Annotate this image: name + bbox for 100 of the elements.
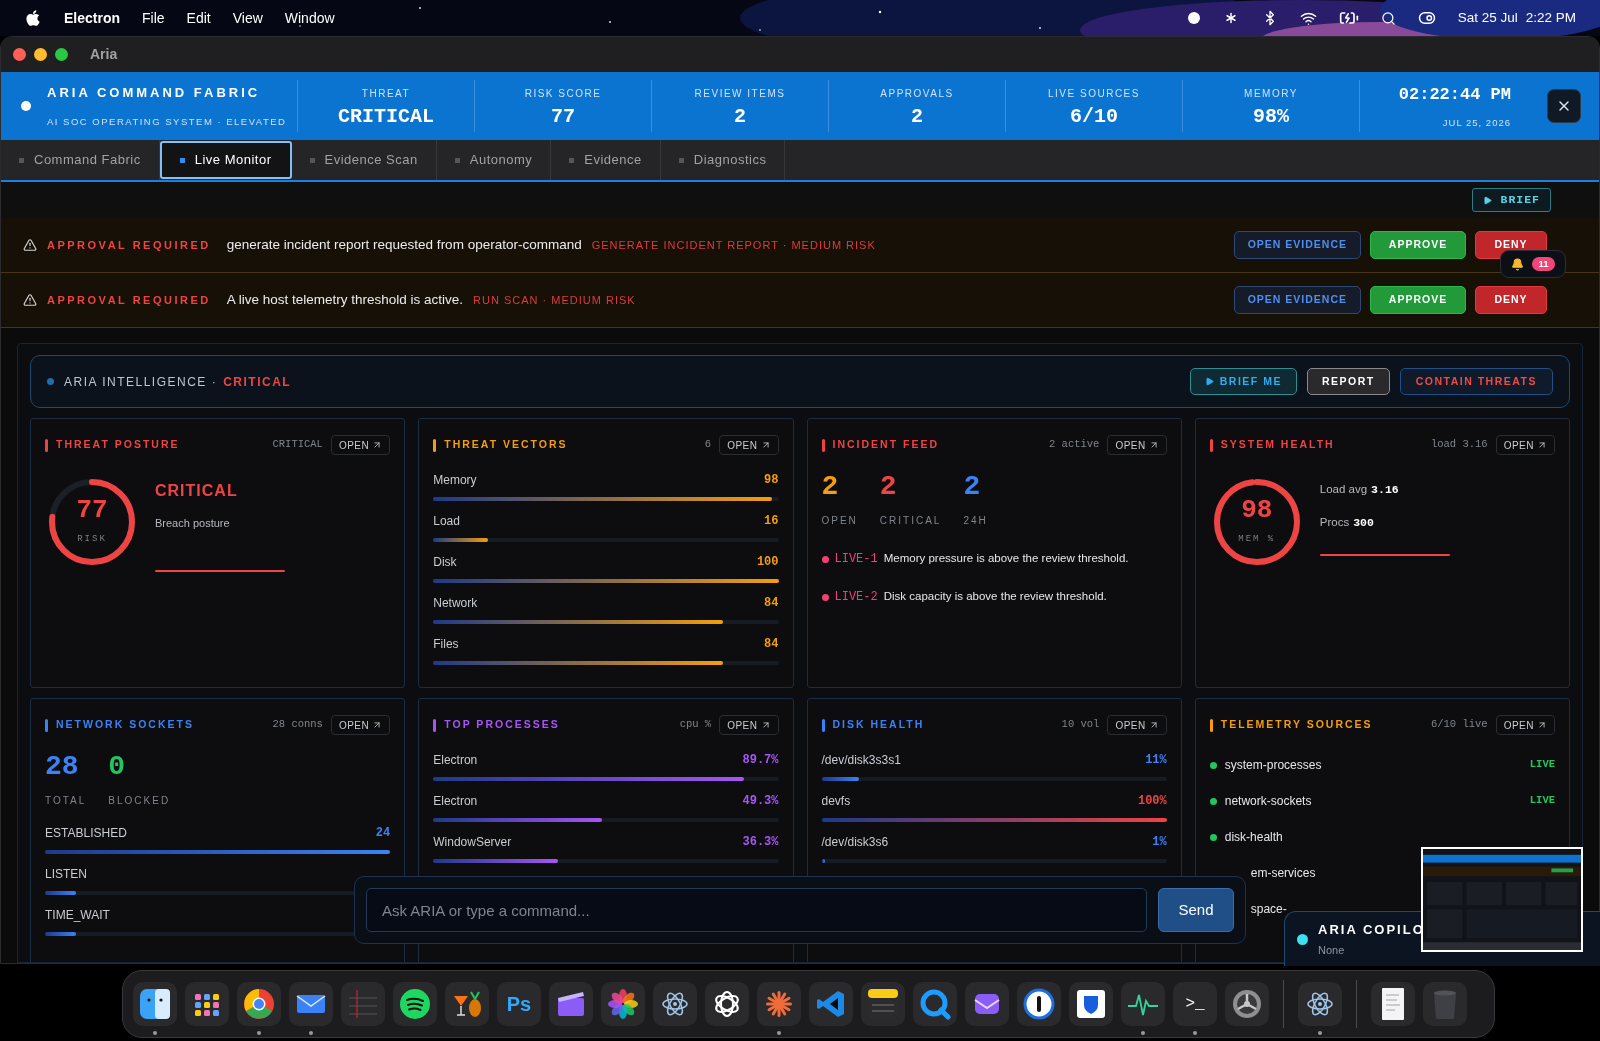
open-button[interactable]: OPEN (1107, 435, 1167, 455)
dock-app[interactable] (653, 982, 697, 1026)
card-title: INCIDENT FEED (832, 437, 939, 453)
stat-label: Load avg (1319, 482, 1368, 497)
tab-marker-icon (454, 157, 460, 163)
search-icon[interactable] (1380, 10, 1396, 26)
brief-button[interactable]: BRIEF (1472, 188, 1551, 212)
open-button[interactable]: OPEN (330, 435, 391, 455)
stat-value: 2 (911, 106, 923, 127)
notification-toast[interactable]: 11 (1500, 250, 1566, 278)
deny-button[interactable]: DENY (1475, 286, 1547, 314)
row-value: 84 (764, 594, 779, 612)
dock-app[interactable] (393, 982, 437, 1026)
send-button[interactable]: Send (1158, 888, 1234, 932)
tab[interactable]: Autonomy (436, 140, 552, 180)
menu-date[interactable]: Sat 25 Jul (1457, 7, 1518, 29)
evidence-button[interactable]: OPEN EVIDENCE (1233, 231, 1361, 259)
brand-subtitle: AI SOC OPERATING SYSTEM · ELEVATED (47, 114, 287, 129)
counter-value: 0 (108, 753, 127, 781)
window-title: Aria (90, 45, 118, 64)
evidence-button[interactable]: OPEN EVIDENCE (1233, 286, 1361, 314)
approve-button[interactable]: APPROVE (1370, 286, 1466, 314)
stat-label: APPROVALS (880, 86, 954, 101)
brief-me-button[interactable]: BRIEF ME (1189, 368, 1297, 395)
card-meta: 10 vol (1061, 717, 1100, 733)
open-button[interactable]: OPEN (1495, 435, 1555, 455)
play-icon (1204, 377, 1214, 386)
card-title: TELEMETRY SOURCES (1220, 717, 1373, 733)
dock-app[interactable] (549, 982, 593, 1026)
stat-value: CRITICAL (338, 106, 434, 127)
posture-note: Breach posture (155, 516, 231, 531)
dock-app[interactable] (1069, 982, 1113, 1026)
dock-app[interactable] (185, 982, 229, 1026)
dock-app[interactable] (601, 982, 645, 1026)
tab[interactable]: Evidence Scan (291, 140, 437, 180)
dock-app[interactable] (965, 982, 1009, 1026)
zoom-button[interactable] (55, 48, 68, 61)
close-button[interactable] (13, 48, 26, 61)
source-name: space- (1250, 901, 1287, 918)
menu-item[interactable]: Edit (186, 7, 211, 29)
dock-app[interactable] (913, 982, 957, 1026)
stat-value: 77 (551, 106, 575, 127)
dock-app[interactable] (1371, 982, 1415, 1026)
row-label: /dev/disk3s6 (821, 833, 889, 851)
tab[interactable]: Command Fabric (1, 140, 160, 180)
row-label: Electron (433, 751, 478, 769)
menu-item[interactable]: View (232, 7, 263, 29)
dock-app[interactable] (757, 982, 801, 1026)
dock-app[interactable] (861, 982, 905, 1026)
command-input[interactable]: Ask ARIA or type a command... (366, 888, 1147, 932)
open-button[interactable]: OPEN (719, 435, 779, 455)
dock-app[interactable] (289, 982, 333, 1026)
open-button[interactable]: OPEN (719, 715, 779, 735)
card-title: THREAT VECTORS (444, 437, 568, 453)
counter-label: TOTAL (45, 794, 87, 808)
dock-app[interactable] (445, 982, 489, 1026)
card-meta: 6 (704, 437, 712, 453)
menu-item[interactable]: Window (284, 7, 335, 29)
counter-label: CRITICAL (879, 514, 942, 528)
bell-icon (1511, 257, 1525, 271)
contain-threats-button[interactable]: CONTAIN THREATS (1399, 368, 1553, 395)
open-button[interactable]: OPEN (330, 715, 391, 735)
row-label: Memory (433, 471, 477, 489)
open-button[interactable]: OPEN (1495, 715, 1555, 735)
menu-app-name[interactable]: Electron (64, 7, 120, 29)
apple-icon[interactable] (24, 9, 42, 27)
tab[interactable]: Evidence (551, 140, 661, 180)
report-button[interactable]: REPORT (1306, 368, 1390, 395)
tab[interactable]: Live Monitor (159, 141, 292, 179)
dock-app[interactable] (1017, 982, 1061, 1026)
play-icon (1483, 195, 1493, 205)
close-button[interactable] (1547, 89, 1581, 123)
dock-app[interactable]: Ps (497, 982, 541, 1026)
row-label: WindowServer (433, 833, 512, 851)
approve-button[interactable]: APPROVE (1370, 231, 1466, 259)
arrow-icon (760, 720, 771, 730)
control-center-icon[interactable] (1417, 9, 1436, 27)
dock-app[interactable] (237, 982, 281, 1026)
source-name: network-sockets (1224, 793, 1312, 810)
minimize-button[interactable] (34, 48, 47, 61)
dock-app[interactable]: >_ (1173, 982, 1217, 1026)
menu-item[interactable]: File (142, 7, 165, 29)
row-value: 100% (1137, 792, 1167, 810)
menu-time[interactable]: 2:22 PM (1525, 7, 1576, 29)
row-value: 49.3% (742, 792, 779, 810)
open-button[interactable]: OPEN (1107, 715, 1167, 735)
dock-app[interactable] (1298, 982, 1342, 1026)
counter-value: 28 (45, 753, 80, 781)
dock-app[interactable] (1225, 982, 1269, 1026)
row-label: Files (433, 635, 459, 653)
row-value: 100 (756, 553, 779, 571)
dock-app[interactable] (133, 982, 177, 1026)
row-label: Electron (433, 792, 478, 810)
source-name: system-processes (1224, 757, 1322, 774)
approval-action: RUN SCAN · MEDIUM RISK (473, 292, 636, 308)
card-meta: 6/10 live (1430, 717, 1488, 733)
source-status: LIVE (1529, 757, 1555, 773)
tab[interactable]: Diagnostics (660, 140, 786, 180)
dock-app[interactable] (1121, 982, 1165, 1026)
dock-app[interactable] (705, 982, 749, 1026)
